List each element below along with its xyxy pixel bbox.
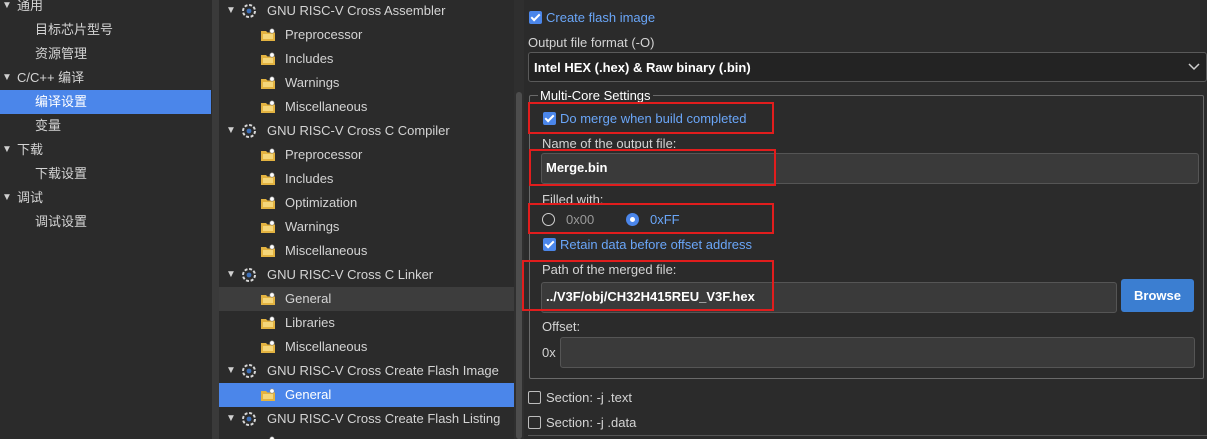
tree-item-asm-miscellaneous[interactable]: Miscellaneous [219, 95, 514, 119]
chevron-down-icon[interactable]: ▼ [226, 359, 236, 383]
filled-with-label: Filled with: [542, 192, 604, 207]
nav-item-target-chip[interactable]: 目标芯片型号 [0, 18, 211, 42]
tree-scrollbar[interactable] [514, 0, 524, 439]
settings-folder-icon [261, 196, 275, 209]
tree-group-c-compiler[interactable]: ▼ GNU RISC-V Cross C Compiler [219, 119, 514, 143]
chevron-down-icon: ▼ [2, 72, 12, 83]
panel-splitter[interactable] [212, 0, 219, 439]
section-text-label[interactable]: Section: -j .text [546, 390, 632, 405]
settings-folder-icon [261, 28, 275, 41]
settings-folder-icon [261, 292, 275, 305]
settings-folder-icon [261, 316, 275, 329]
merged-path-input[interactable]: ../V3F/obj/CH32H415REU_V3F.hex [541, 282, 1117, 313]
create-flash-image-checkbox[interactable] [529, 11, 542, 24]
settings-folder-icon [269, 436, 275, 439]
offset-prefix: 0x [542, 345, 556, 360]
merged-path-label: Path of the merged file: [542, 262, 677, 277]
tool-gear-icon [242, 268, 256, 282]
create-flash-image-label[interactable]: Create flash image [546, 10, 655, 25]
offset-input[interactable] [560, 337, 1195, 368]
output-format-select[interactable]: Intel HEX (.hex) & Raw binary (.bin) [528, 52, 1207, 82]
settings-folder-icon [261, 148, 275, 161]
do-merge-label[interactable]: Do merge when build completed [560, 111, 746, 126]
tree-item-cc-includes[interactable]: Includes [219, 167, 514, 191]
tree-item-asm-preprocessor[interactable]: Preprocessor [219, 23, 514, 47]
settings-folder-icon [261, 76, 275, 89]
settings-folder-icon [261, 220, 275, 233]
tree-item-partial[interactable] [219, 431, 514, 439]
tree-item-cc-miscellaneous[interactable]: Miscellaneous [219, 239, 514, 263]
nav-item-variables[interactable]: 变量 [0, 114, 211, 138]
tree-group-c-linker[interactable]: ▼ GNU RISC-V Cross C Linker [219, 263, 514, 287]
fill-0x00-label[interactable]: 0x00 [566, 212, 594, 227]
settings-folder-icon [261, 172, 275, 185]
fill-0xff-label[interactable]: 0xFF [650, 212, 680, 227]
settings-folder-icon [261, 244, 275, 257]
divider [528, 435, 1207, 436]
chevron-down-icon[interactable]: ▼ [226, 407, 236, 431]
tree-item-linker-libraries[interactable]: Libraries [219, 311, 514, 335]
tree-scrollbar-thumb[interactable] [516, 92, 522, 439]
tree-group-assembler[interactable]: ▼ GNU RISC-V Cross Assembler [219, 0, 514, 23]
output-format-label: Output file format (-O) [528, 35, 655, 50]
nav-item-cc-build[interactable]: ▼ C/C++ 编译 [0, 66, 211, 90]
tree-item-flash-image-general[interactable]: General [219, 383, 514, 407]
retain-data-label[interactable]: Retain data before offset address [560, 237, 752, 252]
chevron-down-icon: ▼ [2, 0, 12, 11]
nav-item-download-settings[interactable]: 下载设置 [0, 162, 211, 186]
nav-item-build-settings[interactable]: 编译设置 [0, 90, 211, 114]
tree-item-linker-general[interactable]: General [219, 287, 514, 311]
tree-item-asm-includes[interactable]: Includes [219, 47, 514, 71]
fill-0x00-radio[interactable] [542, 213, 555, 226]
chevron-down-icon[interactable]: ▼ [226, 119, 236, 143]
output-name-label: Name of the output file: [542, 136, 677, 151]
settings-folder-icon [261, 340, 275, 353]
nav-item-general[interactable]: ▼ 通用 [0, 0, 211, 18]
settings-folder-icon [261, 52, 275, 65]
nav-item-download[interactable]: ▼ 下载 [0, 138, 211, 162]
chevron-down-icon: ▼ [2, 192, 12, 203]
tree-group-flash-listing[interactable]: ▼ GNU RISC-V Cross Create Flash Listing [219, 407, 514, 431]
tree-item-cc-warnings[interactable]: Warnings [219, 215, 514, 239]
section-data-label[interactable]: Section: -j .data [546, 415, 636, 430]
chevron-down-icon [1188, 63, 1200, 71]
section-text-checkbox[interactable] [528, 391, 541, 404]
settings-folder-icon [261, 100, 275, 113]
offset-label: Offset: [542, 319, 581, 334]
chevron-down-icon[interactable]: ▼ [226, 263, 236, 287]
tree-item-asm-warnings[interactable]: Warnings [219, 71, 514, 95]
tree-item-cc-optimization[interactable]: Optimization [219, 191, 514, 215]
tree-group-flash-image[interactable]: ▼ GNU RISC-V Cross Create Flash Image [219, 359, 514, 383]
tool-gear-icon [242, 4, 256, 18]
section-data-checkbox[interactable] [528, 416, 541, 429]
chevron-down-icon[interactable]: ▼ [226, 0, 236, 23]
nav-item-debug[interactable]: ▼ 调试 [0, 186, 211, 210]
output-name-input[interactable]: Merge.bin [541, 153, 1199, 184]
tool-gear-icon [242, 364, 256, 378]
settings-panel: Create flash image Output file format (-… [522, 0, 1207, 439]
tool-gear-icon [242, 412, 256, 426]
tree-item-linker-miscellaneous[interactable]: Miscellaneous [219, 335, 514, 359]
do-merge-checkbox[interactable] [543, 112, 556, 125]
tool-settings-tree: ▼ GNU RISC-V Cross Assembler Preprocesso… [219, 0, 514, 439]
tree-item-cc-preprocessor[interactable]: Preprocessor [219, 143, 514, 167]
settings-category-panel: ▼ 通用 目标芯片型号 资源管理 ▼ C/C++ 编译 编译设置 变量 ▼ 下载… [0, 0, 212, 439]
retain-data-checkbox[interactable] [543, 238, 556, 251]
browse-button[interactable]: Browse [1121, 279, 1194, 312]
chevron-down-icon: ▼ [2, 144, 12, 155]
fill-0xff-radio[interactable] [626, 213, 639, 226]
settings-folder-icon [261, 388, 275, 401]
nav-item-resources[interactable]: 资源管理 [0, 42, 211, 66]
multicore-group-title: Multi-Core Settings [538, 88, 653, 103]
tool-gear-icon [242, 124, 256, 138]
nav-item-debug-settings[interactable]: 调试设置 [0, 210, 211, 234]
